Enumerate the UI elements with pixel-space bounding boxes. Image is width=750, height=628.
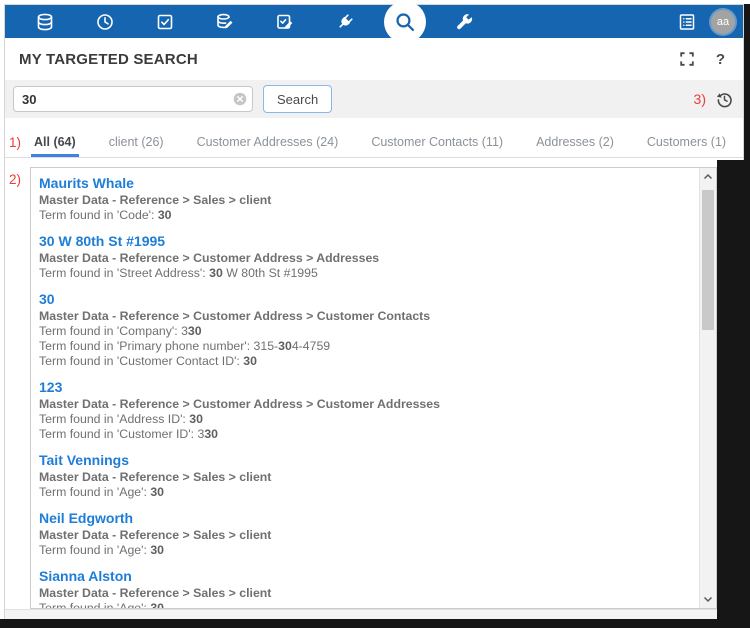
scroll-down-icon[interactable] [703,596,713,603]
clear-input-icon[interactable] [233,92,247,106]
results-list: Maurits WhaleMaster Data - Reference > S… [31,168,699,608]
tabs-bar: 1) All (64) client (26) Customer Addresses… [5,129,743,158]
header-icons: ? [680,51,725,68]
results-panel: Maurits WhaleMaster Data - Reference > S… [30,167,717,609]
result-title-link[interactable]: Sianna Alston [39,567,132,585]
vertical-scrollbar[interactable] [699,168,716,608]
result-item: Tait VenningsMaster Data - Reference > S… [39,451,689,500]
search-icon[interactable] [384,1,426,43]
result-title-link[interactable]: Maurits Whale [39,174,134,192]
window-shadow-right [717,160,750,628]
search-input-wrap [13,86,253,112]
tab-all-64[interactable]: All (64) [31,129,79,157]
search-button[interactable]: Search [263,85,332,113]
task-edit-icon[interactable] [275,12,295,32]
toolbar-left-icons [35,12,475,32]
result-item: 30 W 80th St #1995Master Data - Referenc… [39,232,689,281]
term-match: 30 [188,324,202,338]
task-check-icon[interactable] [155,12,175,32]
result-breadcrumb: Master Data - Reference > Customer Addre… [39,309,689,324]
result-term-line: Term found in 'Customer Contact ID': 30 [39,354,689,369]
window-shadow-edge [744,4,750,160]
history-icon[interactable] [716,91,733,108]
search-icon-active-wrap [395,12,415,32]
result-term-line: Term found in 'Age': 30 [39,485,689,500]
result-term-line: Term found in 'Customer ID': 330 [39,427,689,442]
scrollbar-thumb[interactable] [702,190,714,330]
search-input[interactable] [13,86,253,112]
search-bar: Search 3) [5,80,743,118]
result-breadcrumb: Master Data - Reference > Customer Addre… [39,251,689,266]
result-title-link[interactable]: Neil Edgworth [39,509,133,527]
term-match: 30 [204,427,218,441]
term-match: 30 [150,543,164,557]
result-title-link[interactable]: 30 W 80th St #1995 [39,232,165,250]
term-match: 30 [209,266,223,280]
database-edit-icon[interactable] [215,12,235,32]
term-match: 30 [278,339,292,353]
result-title-link[interactable]: 30 [39,290,55,308]
result-breadcrumb: Master Data - Reference > Sales > client [39,586,689,601]
result-item: 30Master Data - Reference > Customer Add… [39,290,689,369]
result-item: Sianna AlstonMaster Data - Reference > S… [39,567,689,608]
result-breadcrumb: Master Data - Reference > Customer Addre… [39,397,689,412]
app-window: aa MY TARGETED SEARCH ? Search 3) 1) All… [4,4,744,619]
term-match: 30 [189,412,203,426]
annotation-2: 2) [9,172,21,187]
form-list-icon[interactable] [677,12,697,32]
horizontal-scrollbar[interactable] [5,609,718,619]
result-term-line: Term found in 'Street Address': 30 W 80t… [39,266,689,281]
help-icon[interactable]: ? [716,51,725,68]
toolbar-right: aa [677,5,735,38]
term-match: 30 [243,354,257,368]
database-icon[interactable] [35,12,55,32]
tab-client-26[interactable]: client (26) [106,129,167,157]
wrench-icon[interactable] [455,12,475,32]
term-match: 30 [150,601,164,608]
page-title: MY TARGETED SEARCH [19,51,198,68]
result-breadcrumb: Master Data - Reference > Sales > client [39,528,689,543]
tab-customer-contacts-11[interactable]: Customer Contacts (11) [368,129,506,157]
tab-customer-addresses-24[interactable]: Customer Addresses (24) [194,129,342,157]
scroll-up-icon[interactable] [703,173,713,180]
plug-icon[interactable] [335,12,355,32]
tabs: All (64) client (26) Customer Addresses (2… [31,129,750,157]
result-item: Neil EdgworthMaster Data - Reference > S… [39,509,689,558]
result-title-link[interactable]: 123 [39,378,62,396]
result-item: Maurits WhaleMaster Data - Reference > S… [39,174,689,223]
avatar[interactable]: aa [711,10,735,34]
clock-icon[interactable] [95,12,115,32]
result-term-line: Term found in 'Age': 30 [39,601,689,608]
header: MY TARGETED SEARCH ? [5,38,743,80]
tab-customers-1[interactable]: Customers (1) [644,129,729,157]
term-match: 30 [150,485,164,499]
annotation-1: 1) [9,135,21,150]
result-term-line: Term found in 'Code': 30 [39,208,689,223]
result-title-link[interactable]: Tait Vennings [39,451,129,469]
top-toolbar: aa [5,5,743,38]
result-item: 123Master Data - Reference > Customer Ad… [39,378,689,442]
result-breadcrumb: Master Data - Reference > Sales > client [39,193,689,208]
result-breadcrumb: Master Data - Reference > Sales > client [39,470,689,485]
fullscreen-icon[interactable] [680,52,694,66]
result-term-line: Term found in 'Address ID': 30 [39,412,689,427]
tab-addresses-2[interactable]: Addresses (2) [533,129,617,157]
result-term-line: Term found in 'Age': 30 [39,543,689,558]
annotation-3: 3) [694,91,706,107]
window-shadow-bottom [0,619,750,628]
result-term-line: Term found in 'Primary phone number': 31… [39,339,689,354]
term-match: 30 [158,208,172,222]
result-term-line: Term found in 'Company': 330 [39,324,689,339]
